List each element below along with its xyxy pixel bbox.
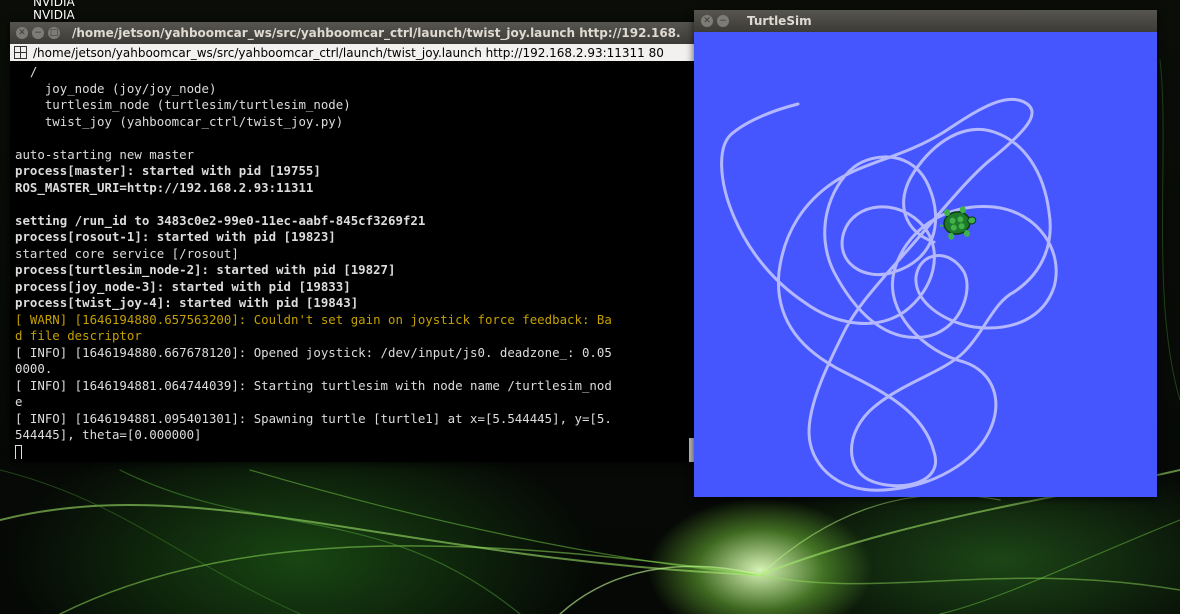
terminal-line: / xyxy=(15,64,38,79)
terminal-line: ​ xyxy=(15,130,695,147)
minimize-icon[interactable]: − xyxy=(717,15,729,27)
terminal-line: twist_joy (yahboomcar_ctrl/twist_joy.py) xyxy=(15,113,344,129)
turtlesim-titlebar[interactable]: ✕ − TurtleSim xyxy=(694,10,1157,32)
terminal-line: process[twist_joy-4]: started with pid [… xyxy=(15,295,359,310)
terminal-cursor-line xyxy=(15,444,695,459)
turtle-path-drawing xyxy=(720,97,1058,492)
text-cursor xyxy=(15,445,22,459)
desktop-label: NVIDIA xyxy=(33,8,75,22)
turtle-path xyxy=(720,97,1058,492)
terminal-line: process[rosout-1]: started with pid [198… xyxy=(15,229,336,244)
terminal-line: process[turtlesim_node-2]: started with … xyxy=(15,262,396,277)
terminal-titlebar[interactable]: ✕ − □ /home/jetson/yahboomcar_ws/src/yah… xyxy=(10,22,695,44)
terminal-line: joy_node (joy/joy_node) xyxy=(15,80,217,96)
terminal-line: ​ xyxy=(15,196,695,213)
terminal-line: [ INFO] [1646194880.667678120]: Opened j… xyxy=(15,344,612,360)
terminal-title: /home/jetson/yahboomcar_ws/src/yahboomca… xyxy=(72,26,681,40)
maximize-icon[interactable]: □ xyxy=(48,27,60,39)
terminal-window[interactable]: ✕ − □ /home/jetson/yahboomcar_ws/src/yah… xyxy=(10,22,695,462)
terminal-line: e xyxy=(15,394,23,409)
turtle-icon xyxy=(939,206,977,240)
turtlesim-title: TurtleSim xyxy=(747,14,812,28)
terminal-line: [ INFO] [1646194881.095401301]: Spawning… xyxy=(15,410,612,426)
terminal-line: auto-starting new master xyxy=(15,146,195,162)
terminal-tab-label: /home/jetson/yahboomcar_ws/src/yahboomca… xyxy=(33,45,664,60)
terminal-line: started core service [/rosout] xyxy=(15,245,239,261)
close-icon[interactable]: ✕ xyxy=(701,15,713,27)
terminal-line: setting /run_id to 3483c0e2-99e0-11ec-aa… xyxy=(15,212,426,228)
minimize-icon[interactable]: − xyxy=(32,27,44,39)
turtlesim-canvas xyxy=(694,32,1157,497)
terminal-line: process[joy_node-3]: started with pid [1… xyxy=(15,278,351,294)
terminal-line: process[master]: started with pid [19755… xyxy=(15,163,321,178)
terminal-line: 544445], theta=[0.000000] xyxy=(15,427,202,442)
terminal-output[interactable]: / joy_node (joy/joy_node) turtlesim_node… xyxy=(10,61,695,459)
tab-grid-icon xyxy=(14,46,27,59)
terminal-line: turtlesim_node (turtlesim/turtlesim_node… xyxy=(15,97,351,112)
terminal-line: ROS_MASTER_URI=http://192.168.2.93:11311 xyxy=(15,179,314,195)
terminal-line: [ INFO] [1646194881.064744039]: Starting… xyxy=(15,377,612,393)
terminal-line: 0000. xyxy=(15,361,53,376)
desktop-icon-labels: NVIDIA NVIDIA xyxy=(33,0,75,22)
close-icon[interactable]: ✕ xyxy=(16,27,28,39)
terminal-line: [ WARN] [1646194880.657563200]: Couldn't… xyxy=(15,311,612,327)
terminal-tab[interactable]: /home/jetson/yahboomcar_ws/src/yahboomca… xyxy=(10,44,695,61)
turtlesim-window[interactable]: ✕ − TurtleSim xyxy=(694,10,1157,497)
terminal-line: d file descriptor xyxy=(15,328,142,343)
